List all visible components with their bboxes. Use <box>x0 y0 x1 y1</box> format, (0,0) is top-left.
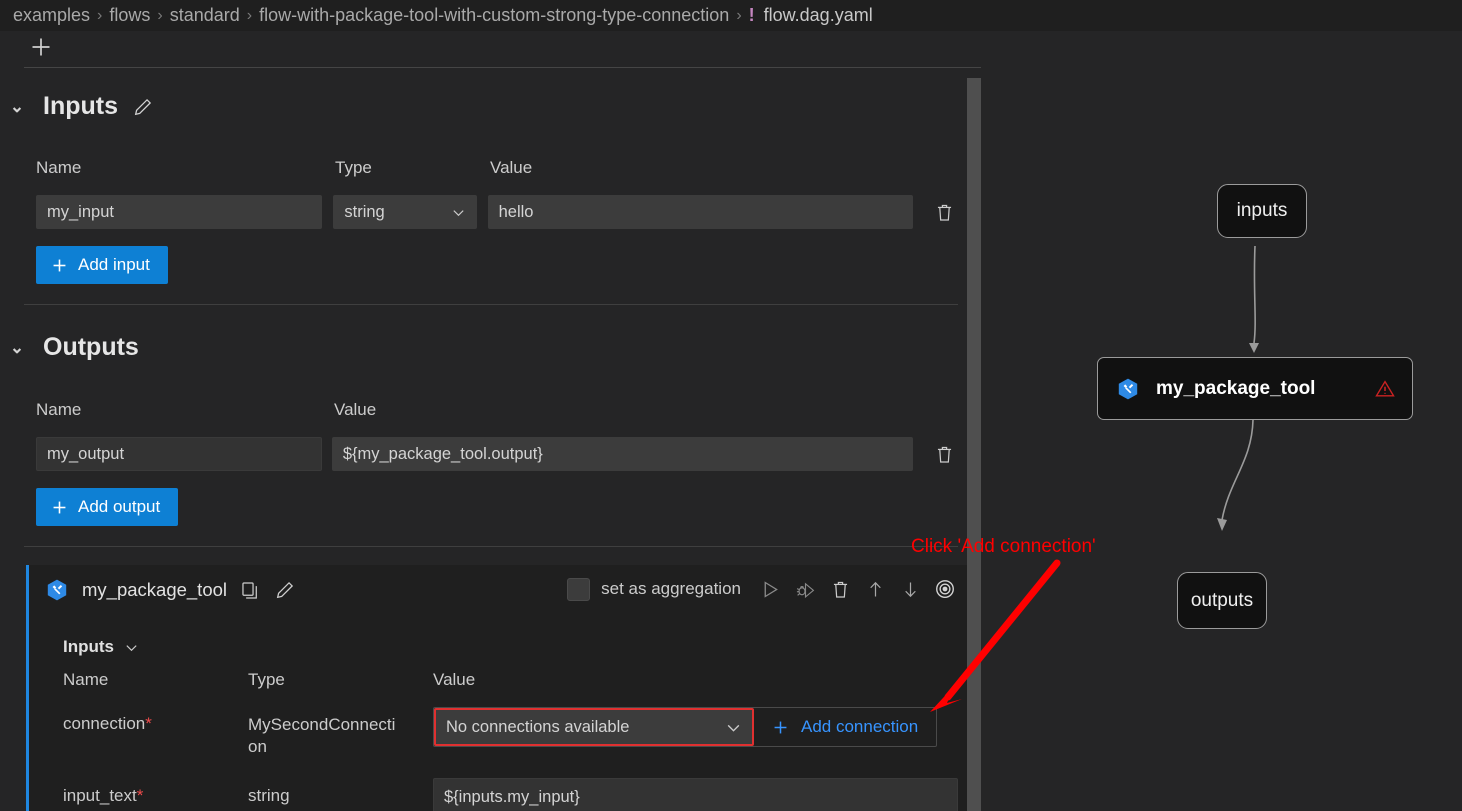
delete-output-button[interactable] <box>932 442 956 466</box>
annotation-arrow <box>900 545 1080 725</box>
graph-node-inputs[interactable]: inputs <box>1217 184 1307 238</box>
breadcrumb-item-flow-folder[interactable]: flow-with-package-tool-with-custom-stron… <box>259 5 729 26</box>
new-tab-button[interactable] <box>28 34 54 60</box>
edit-node-button[interactable] <box>274 579 296 601</box>
tool-node-card: my_package_tool set as aggregation <box>26 565 967 811</box>
input-row: my_input string hello <box>36 195 956 229</box>
breadcrumb-item-examples[interactable]: examples <box>13 5 90 26</box>
input-type-value: string <box>344 203 384 222</box>
plus-icon <box>50 498 69 517</box>
copy-node-button[interactable] <box>240 580 261 601</box>
pencil-icon <box>274 579 296 601</box>
outputs-section-header[interactable]: ⌄ Outputs <box>0 333 967 362</box>
tool-node-name: my_package_tool <box>82 579 227 601</box>
graph-node-tool-label: my_package_tool <box>1156 378 1358 400</box>
tool-node-actions: set as aggregation <box>567 577 957 601</box>
graph-node-my-package-tool[interactable]: my_package_tool <box>1097 357 1413 420</box>
add-output-button[interactable]: Add output <box>36 488 178 526</box>
tool-col-name: Name <box>63 670 248 690</box>
trash-icon <box>934 202 955 223</box>
plus-icon <box>771 718 790 737</box>
breadcrumb-separator-icon: › <box>157 7 162 25</box>
tool-input-name: connection <box>63 714 145 733</box>
outputs-section-title: Outputs <box>43 333 139 362</box>
required-marker: * <box>145 714 152 733</box>
add-input-label: Add input <box>78 255 150 275</box>
required-marker: * <box>137 786 144 805</box>
add-output-label: Add output <box>78 497 160 517</box>
graph-node-outputs-label: outputs <box>1191 590 1253 612</box>
tool-inputs-header[interactable]: Inputs <box>29 637 967 657</box>
chevron-down-icon <box>451 205 466 220</box>
package-tool-hex-icon <box>1116 377 1140 401</box>
output-name-field[interactable]: my_output <box>36 437 322 471</box>
add-input-button[interactable]: Add input <box>36 246 168 284</box>
connection-picker-group: No connections available Add connection <box>433 707 937 747</box>
pencil-icon[interactable] <box>132 96 154 118</box>
output-value-field[interactable]: ${my_package_tool.output} <box>332 437 913 471</box>
breadcrumb-item-file[interactable]: flow.dag.yaml <box>764 5 873 26</box>
graph-node-outputs[interactable]: outputs <box>1177 572 1267 629</box>
section-divider <box>24 546 958 547</box>
edge-arrowhead <box>1217 518 1227 531</box>
edge-tool-to-outputs <box>1222 420 1253 520</box>
inputs-col-type: Type <box>335 158 490 178</box>
set-as-aggregation-label: set as aggregation <box>601 579 741 599</box>
breadcrumb-item-standard[interactable]: standard <box>170 5 240 26</box>
outputs-section: ⌄ Outputs Name Value my_output ${my_pack… <box>0 333 967 362</box>
edge-inputs-to-tool <box>1254 246 1255 343</box>
outputs-col-value: Value <box>334 400 376 420</box>
inputs-section: ⌄ Inputs Name Type Value my_input <box>0 68 967 121</box>
section-divider <box>24 304 958 305</box>
output-row: my_output ${my_package_tool.output} <box>36 437 956 471</box>
debug-node-icon[interactable] <box>793 577 817 601</box>
move-up-icon[interactable] <box>863 577 887 601</box>
tool-input-row-connection: connection* MySecondConnection No connec… <box>63 707 968 759</box>
copy-icon <box>240 580 261 601</box>
tool-input-row-input-text: input_text* string ${inputs.my_input} <box>63 778 968 811</box>
input-value-field[interactable]: hello <box>488 195 914 229</box>
breadcrumb-separator-icon: › <box>97 7 102 25</box>
plus-icon <box>50 256 69 275</box>
chevron-down-icon[interactable]: ⌄ <box>10 338 24 358</box>
input-type-dropdown[interactable]: string <box>333 195 476 229</box>
delete-node-icon[interactable] <box>828 577 852 601</box>
warning-triangle-icon[interactable] <box>1374 378 1396 400</box>
tool-col-value: Value <box>433 670 475 690</box>
tool-input-type: MySecondConnection <box>248 714 398 758</box>
chevron-down-icon[interactable]: ⌄ <box>10 97 24 117</box>
breadcrumb: examples › flows › standard › flow-with-… <box>0 0 1462 31</box>
connection-dropdown[interactable]: No connections available <box>434 708 754 746</box>
inputs-section-title: Inputs <box>43 92 118 121</box>
set-as-aggregation-checkbox[interactable] <box>567 578 590 601</box>
connection-dropdown-value: No connections available <box>446 718 629 737</box>
breadcrumb-separator-icon: › <box>247 7 252 25</box>
run-node-icon[interactable] <box>758 577 782 601</box>
tool-inputs-label: Inputs <box>63 637 114 657</box>
tool-input-type: string <box>248 786 290 805</box>
tool-input-name: input_text <box>63 786 137 805</box>
outputs-col-name: Name <box>36 400 334 420</box>
inputs-section-header[interactable]: ⌄ Inputs <box>0 92 967 121</box>
chevron-down-icon[interactable] <box>124 640 139 655</box>
trash-icon <box>934 444 955 465</box>
inputs-col-value: Value <box>490 158 532 178</box>
tool-col-type: Type <box>248 670 433 690</box>
breadcrumb-warning-icon: ! <box>749 5 755 26</box>
input-text-value-field[interactable]: ${inputs.my_input} <box>433 778 958 811</box>
input-name-field[interactable]: my_input <box>36 195 322 229</box>
package-tool-hex-icon <box>45 578 69 602</box>
app-root: examples › flows › standard › flow-with-… <box>0 0 1462 811</box>
breadcrumb-separator-icon: › <box>736 7 741 25</box>
inputs-col-name: Name <box>36 158 335 178</box>
graph-node-inputs-label: inputs <box>1237 200 1288 222</box>
edge-arrowhead <box>1249 343 1259 353</box>
chevron-down-icon <box>725 719 742 736</box>
breadcrumb-item-flows[interactable]: flows <box>109 5 150 26</box>
tool-node-header: my_package_tool set as aggregation <box>29 565 967 615</box>
plus-icon <box>29 35 53 59</box>
delete-input-button[interactable] <box>932 200 956 224</box>
